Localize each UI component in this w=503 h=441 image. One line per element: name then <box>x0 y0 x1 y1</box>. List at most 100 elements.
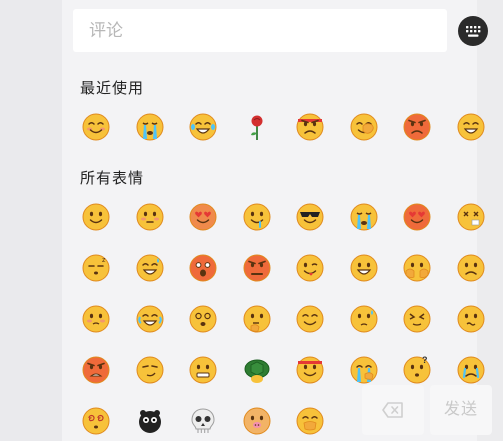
shy-blush-icon <box>82 305 110 333</box>
pouting-icon <box>136 203 163 231</box>
heart-eyes-red-icon <box>403 203 431 231</box>
emoji-thinking-hand[interactable] <box>242 304 272 334</box>
thinking-hand-icon <box>243 305 270 333</box>
svg-text:z: z <box>102 257 106 264</box>
sleepy-icon: z <box>82 254 110 282</box>
emoji-smirk-squint[interactable] <box>135 355 165 385</box>
hand-over-mouth-icon <box>296 407 324 435</box>
swirl-eyes-icon <box>82 407 110 435</box>
all-section-title: 所有表情 <box>80 170 145 187</box>
emoji-turtle[interactable] <box>242 355 272 385</box>
emoji-question-marks[interactable]: ? <box>402 355 432 385</box>
pig-ears-icon <box>243 407 270 435</box>
confused-icon <box>457 305 484 333</box>
emoji-black-sheep[interactable] <box>135 406 165 436</box>
emoji-headband[interactable] <box>295 355 325 385</box>
emoji-sick-cross[interactable] <box>456 202 486 232</box>
emoji-tearful[interactable] <box>456 355 486 385</box>
emoji-smile[interactable] <box>81 202 111 232</box>
headband-angry-icon <box>296 113 324 141</box>
shocked-red-icon <box>189 254 217 282</box>
emoji-awkward-grin[interactable] <box>188 355 218 385</box>
sick-cross-icon <box>457 203 484 231</box>
crying-tears-icon <box>136 113 163 141</box>
crying-tears-icon <box>350 203 377 231</box>
emoji-confused[interactable] <box>456 304 486 334</box>
emoji-shy-blush[interactable] <box>81 304 111 334</box>
drooling-icon <box>243 203 270 231</box>
emoji-heart-eyes[interactable] <box>188 202 218 232</box>
emoji-grin[interactable] <box>456 112 486 142</box>
keyboard-icon <box>466 26 481 37</box>
emoji-sweat-laugh[interactable] <box>135 253 165 283</box>
emoji-drooling[interactable] <box>242 202 272 232</box>
emoji-big-grin[interactable] <box>349 253 379 283</box>
gentle-smile-icon <box>296 305 324 333</box>
tearful-icon <box>457 356 484 384</box>
peeking-hands-icon <box>403 254 431 282</box>
emoji-tears-of-joy[interactable] <box>135 304 165 334</box>
emoji-furious[interactable] <box>81 355 111 385</box>
emoji-sunglasses-cool[interactable] <box>295 202 325 232</box>
emoji-crying-hand[interactable] <box>349 355 379 385</box>
crossed-eyes-icon <box>403 305 431 333</box>
emoji-skull[interactable] <box>188 406 218 436</box>
sunglasses-cool-icon <box>296 203 324 231</box>
emoji-peeking-hands[interactable] <box>402 253 432 283</box>
emoji-dizzy-eyes[interactable] <box>188 304 218 334</box>
emoji-crying-tears[interactable] <box>135 112 165 142</box>
emoji-laughing-tears[interactable] <box>188 112 218 142</box>
emoji-heart-eyes-red[interactable] <box>402 202 432 232</box>
blushing-smile-icon <box>82 113 110 141</box>
emoji-shocked-red[interactable] <box>188 253 218 283</box>
emoji-face-palm[interactable] <box>349 112 379 142</box>
keyboard-toggle-button[interactable] <box>458 16 488 46</box>
delete-button[interactable] <box>362 385 424 435</box>
tongue-wink-icon <box>296 254 324 282</box>
emoji-crying-tears[interactable] <box>349 202 379 232</box>
skull-icon <box>191 408 215 433</box>
crying-hand-icon <box>350 356 377 384</box>
left-background <box>0 0 62 441</box>
comment-input[interactable] <box>73 9 447 52</box>
sad-frown-icon <box>457 254 484 282</box>
sweat-laugh-icon <box>136 254 163 282</box>
big-grin-icon <box>350 254 377 282</box>
grin-icon <box>457 113 484 141</box>
laughing-tears-icon <box>189 113 217 141</box>
turtle-icon <box>244 359 269 383</box>
emoji-hand-over-mouth[interactable] <box>295 406 325 436</box>
rose-icon <box>250 115 262 140</box>
emoji-red-angry[interactable] <box>402 112 432 142</box>
headband-icon <box>296 356 324 384</box>
question-marks-icon: ? <box>403 355 431 384</box>
sweating-icon <box>350 305 377 333</box>
red-angry-icon <box>403 113 431 141</box>
emoji-rose[interactable] <box>242 112 272 142</box>
emoji-pouting[interactable] <box>135 202 165 232</box>
emoji-sweating[interactable] <box>349 304 379 334</box>
emoji-gentle-smile[interactable] <box>295 304 325 334</box>
backspace-icon <box>382 402 403 418</box>
recent-section-title: 最近使用 <box>80 80 145 97</box>
furious-icon <box>82 356 110 384</box>
heart-eyes-icon <box>189 203 217 231</box>
svg-text:?: ? <box>422 355 428 365</box>
emoji-crossed-eyes[interactable] <box>402 304 432 334</box>
comment-bar <box>62 0 488 60</box>
send-button[interactable]: 发送 <box>430 385 492 435</box>
awkward-grin-icon <box>189 356 217 384</box>
black-sheep-icon <box>138 410 161 433</box>
face-palm-icon <box>350 113 377 141</box>
dizzy-eyes-icon <box>189 305 217 333</box>
emoji-blushing-smile[interactable] <box>81 112 111 142</box>
emoji-sad-frown[interactable] <box>456 253 486 283</box>
emoji-angry-red[interactable] <box>242 253 272 283</box>
smile-icon <box>82 203 110 231</box>
emoji-tongue-wink[interactable] <box>295 253 325 283</box>
emoji-sleepy[interactable]: z <box>81 253 111 283</box>
emoji-headband-angry[interactable] <box>295 112 325 142</box>
emoji-swirl-eyes[interactable] <box>81 406 111 436</box>
emoji-panel: 最近使用 所有表情 z? <box>62 0 488 441</box>
emoji-pig-ears[interactable] <box>242 406 272 436</box>
